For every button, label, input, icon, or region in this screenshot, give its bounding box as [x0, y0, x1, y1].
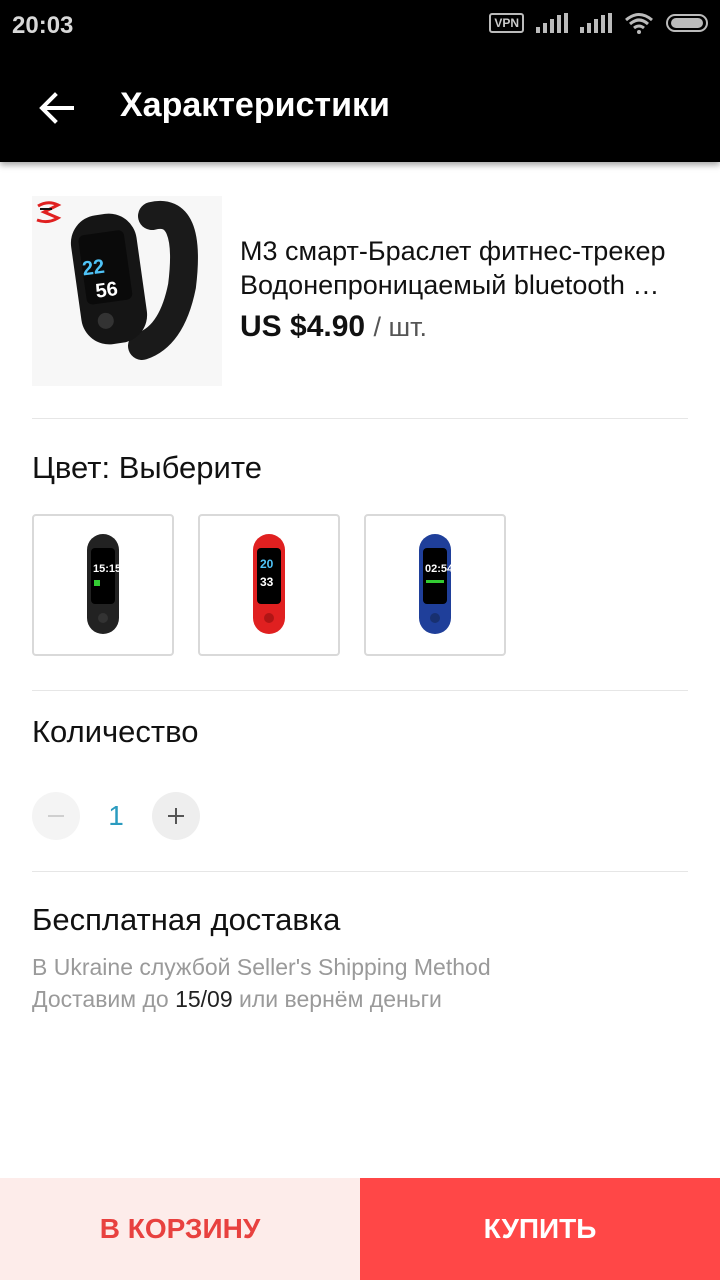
delivery-suffix: или вернём деньги — [232, 986, 442, 1012]
svg-text:22: 22 — [81, 256, 106, 281]
minus-icon — [48, 815, 64, 817]
shipping-method: В Ukraine службой Seller's Shipping Meth… — [32, 954, 491, 980]
color-option-black[interactable]: 15:15 — [32, 514, 174, 656]
fitness-band-image: 22 56 — [70, 200, 198, 360]
price-unit: / шт. — [373, 312, 427, 342]
vpn-icon: VPN — [489, 13, 524, 33]
status-bar: 20:03 VPN — [0, 0, 720, 52]
svg-text:02:54: 02:54 — [425, 563, 454, 575]
signal-icon — [536, 13, 568, 33]
color-options: 15:15 20 33 02:54 — [32, 514, 506, 656]
divider — [32, 690, 688, 691]
quantity-stepper: 1 — [32, 792, 200, 840]
action-bar: В КОРЗИНУ КУПИТЬ — [0, 1178, 720, 1280]
back-button[interactable] — [28, 80, 84, 136]
color-section-title: Цвет: Выберите — [32, 450, 262, 485]
product-title[interactable]: M3 смарт-Браслет фитнес-трекер Водонепро… — [240, 234, 688, 302]
arrow-left-icon — [39, 92, 74, 124]
svg-text:33: 33 — [260, 575, 274, 589]
fitness-band-black-image: 15:15 — [87, 534, 121, 634]
divider — [32, 418, 688, 419]
status-icons: VPN — [489, 12, 708, 34]
delivery-date: 15/09 — [175, 986, 233, 1012]
wifi-icon — [625, 13, 653, 34]
color-option-red[interactable]: 20 33 — [198, 514, 340, 656]
plus-icon — [168, 808, 184, 824]
product-title-line: Водонепроницаемый bluetooth … — [240, 270, 660, 300]
svg-text:15:15: 15:15 — [93, 563, 121, 575]
product-image: 22 56 — [32, 196, 222, 386]
product-price: US $4.90 — [240, 310, 366, 343]
quantity-increase-button[interactable] — [152, 792, 200, 840]
quantity-decrease-button[interactable] — [32, 792, 80, 840]
price-row: US $4.90 / шт. — [240, 310, 427, 344]
product-title-line: M3 смарт-Браслет фитнес-трекер — [240, 236, 666, 266]
delivery-estimate: Доставим до 15/09 или вернём деньги — [32, 986, 442, 1013]
quantity-value[interactable]: 1 — [80, 800, 152, 832]
fitness-band-red-image: 20 33 — [253, 534, 285, 634]
page-title: Характеристики — [120, 86, 390, 124]
status-time: 20:03 — [12, 12, 74, 39]
product-summary: 22 56 M3 смарт-Браслет фитнес-трекер Вод… — [32, 196, 688, 386]
signal-icon — [580, 13, 612, 33]
fitness-band-blue-image: 02:54 — [419, 534, 454, 634]
delivery-prefix: Доставим до — [32, 986, 176, 1012]
divider — [32, 871, 688, 872]
buy-now-button[interactable]: КУПИТЬ — [360, 1178, 720, 1280]
shipping-title: Бесплатная доставка — [32, 902, 341, 937]
color-option-blue[interactable]: 02:54 — [364, 514, 506, 656]
app-bar: Характеристики — [0, 52, 720, 162]
battery-icon — [666, 14, 708, 32]
add-to-cart-button[interactable]: В КОРЗИНУ — [0, 1178, 360, 1280]
svg-text:56: 56 — [94, 278, 119, 303]
quantity-section-title: Количество — [32, 714, 199, 749]
svg-text:20: 20 — [260, 557, 274, 571]
